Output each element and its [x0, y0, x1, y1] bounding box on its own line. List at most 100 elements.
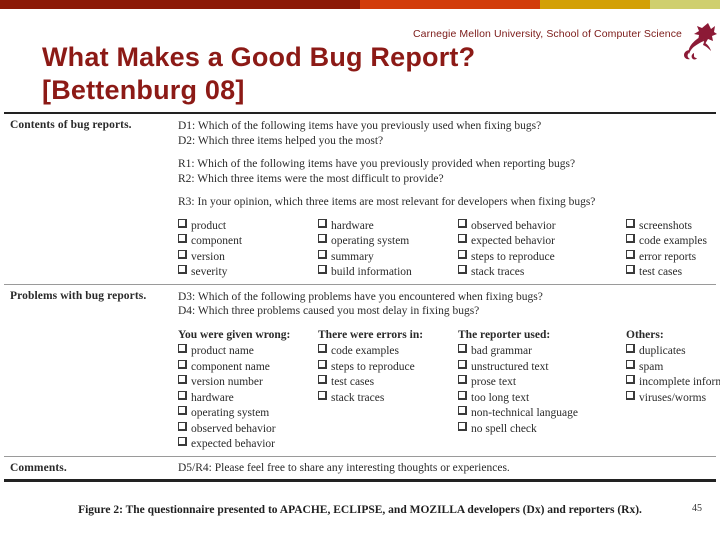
option-item[interactable]: operating system	[318, 234, 458, 250]
option-item[interactable]: code examples	[318, 344, 458, 360]
checkbox-icon[interactable]	[178, 390, 187, 400]
option-label: stack traces	[331, 391, 385, 404]
row-label-comments: Comments.	[10, 461, 67, 474]
checkbox-icon[interactable]	[318, 265, 327, 274]
option-item[interactable]: code examples	[626, 234, 720, 250]
option-item[interactable]: incomplete information	[626, 375, 720, 391]
checkbox-icon[interactable]	[626, 359, 635, 369]
checkbox-icon[interactable]	[458, 375, 467, 384]
option-item[interactable]: test cases	[626, 265, 720, 281]
checkbox-icon[interactable]	[626, 344, 635, 353]
option-label: incomplete information	[639, 376, 720, 388]
checkbox-icon[interactable]	[458, 344, 467, 353]
checkbox-icon[interactable]	[318, 249, 327, 259]
checkbox-icon[interactable]	[178, 375, 187, 384]
option-label: viruses/worms	[639, 391, 707, 404]
option-item[interactable]: observed behavior	[178, 421, 318, 438]
checkbox-icon[interactable]	[626, 218, 635, 228]
option-label: operating system	[331, 235, 410, 247]
option-item[interactable]: product name	[178, 344, 318, 360]
option-item[interactable]: summary	[318, 249, 458, 266]
option-label: hardware	[331, 219, 374, 232]
option-item[interactable]: test cases	[318, 375, 458, 391]
checkbox-icon[interactable]	[458, 390, 467, 400]
checkbox-icon[interactable]	[178, 344, 187, 353]
checkbox-icon[interactable]	[178, 218, 187, 228]
option-label: screenshots	[639, 219, 693, 232]
checkbox-icon[interactable]	[178, 234, 187, 243]
checkbox-icon[interactable]	[318, 359, 327, 369]
question-d3: D3: Which of the following problems have…	[178, 290, 543, 303]
checkbox-icon[interactable]	[178, 265, 187, 274]
color-band-segment-olive	[650, 0, 720, 9]
option-label: bad grammar	[471, 345, 532, 357]
checkbox-icon[interactable]	[178, 406, 187, 415]
checkbox-icon[interactable]	[626, 390, 635, 400]
option-item[interactable]: bad grammar	[458, 344, 626, 360]
checkbox-icon[interactable]	[178, 359, 187, 369]
option-column-others: Others: duplicates spam incomplete infor…	[626, 328, 720, 453]
checkbox-icon[interactable]	[626, 249, 635, 259]
option-item[interactable]: component	[178, 234, 318, 250]
row-body-problems: D3: Which of the following problems have…	[178, 285, 720, 456]
checkbox-icon[interactable]	[318, 234, 327, 243]
color-band-segment-gold	[540, 0, 650, 9]
option-item[interactable]: error reports	[626, 249, 720, 266]
checkbox-icon[interactable]	[178, 437, 187, 446]
option-item[interactable]: product	[178, 218, 318, 235]
option-label: component name	[191, 360, 270, 373]
checkbox-icon[interactable]	[318, 344, 327, 353]
checkbox-icon[interactable]	[178, 421, 187, 431]
option-item[interactable]: expected behavior	[458, 234, 626, 250]
checkbox-icon[interactable]	[458, 249, 467, 259]
option-label: expected behavior	[471, 235, 555, 247]
question-d5-r4: D5/R4: Please feel free to share any int…	[178, 461, 510, 474]
option-item[interactable]: too long text	[458, 390, 626, 407]
option-item[interactable]: no spell check	[458, 421, 626, 438]
option-item[interactable]: hardware	[178, 390, 318, 407]
checkbox-icon[interactable]	[458, 265, 467, 274]
checkbox-icon[interactable]	[458, 218, 467, 228]
checkbox-icon[interactable]	[178, 249, 187, 259]
option-item[interactable]: expected behavior	[178, 437, 318, 453]
option-item[interactable]: unstructured text	[458, 359, 626, 376]
checkbox-icon[interactable]	[626, 375, 635, 384]
option-label: severity	[191, 266, 228, 278]
checkbox-icon[interactable]	[318, 375, 327, 384]
checkbox-icon[interactable]	[626, 234, 635, 243]
checkbox-icon[interactable]	[318, 390, 327, 400]
option-item[interactable]: viruses/worms	[626, 390, 720, 407]
option-item[interactable]: build information	[318, 265, 458, 281]
option-column-reporter-used: The reporter used: bad grammar unstructu…	[458, 328, 626, 453]
option-item[interactable]: version	[178, 249, 318, 266]
option-item[interactable]: screenshots	[626, 218, 720, 235]
option-item[interactable]: steps to reproduce	[458, 249, 626, 266]
option-item[interactable]: stack traces	[318, 390, 458, 407]
option-item[interactable]: prose text	[458, 375, 626, 391]
contents-option-grid: product component version severity hardw…	[178, 218, 720, 281]
option-item[interactable]: stack traces	[458, 265, 626, 281]
checkbox-icon[interactable]	[458, 406, 467, 415]
option-item[interactable]: observed behavior	[458, 218, 626, 235]
checkbox-icon[interactable]	[458, 359, 467, 369]
option-item[interactable]: hardware	[318, 218, 458, 235]
checkbox-icon[interactable]	[626, 265, 635, 274]
option-item[interactable]: steps to reproduce	[318, 359, 458, 376]
option-column-1: product component version severity	[178, 218, 318, 281]
row-body-contents: D1: Which of the following items have yo…	[178, 114, 720, 284]
option-column-given-wrong: You were given wrong: product name compo…	[178, 328, 318, 453]
option-item[interactable]: severity	[178, 265, 318, 281]
option-item[interactable]: spam	[626, 359, 720, 376]
checkbox-icon[interactable]	[458, 234, 467, 243]
page-number: 45	[692, 503, 702, 514]
option-label: prose text	[471, 376, 517, 388]
option-item[interactable]: non-technical language	[458, 406, 626, 422]
option-item[interactable]: component name	[178, 359, 318, 376]
option-item[interactable]: duplicates	[626, 344, 720, 360]
option-item[interactable]: operating system	[178, 406, 318, 422]
checkbox-icon[interactable]	[318, 218, 327, 228]
option-label: stack traces	[471, 266, 525, 278]
option-item[interactable]: version number	[178, 375, 318, 391]
figure-row-contents: Contents of bug reports. D1: Which of th…	[0, 114, 720, 284]
checkbox-icon[interactable]	[458, 421, 467, 431]
